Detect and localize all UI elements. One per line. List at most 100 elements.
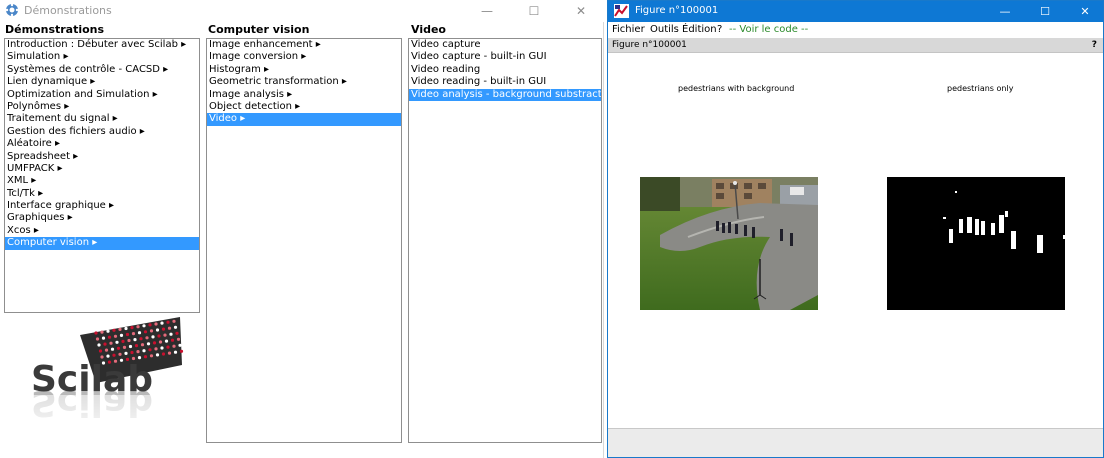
logo-dot bbox=[169, 332, 173, 336]
axes-title-with-background: pedestrians with background bbox=[678, 84, 795, 93]
logo-dot bbox=[152, 341, 157, 345]
logo-dot bbox=[158, 340, 163, 344]
logo-dot bbox=[140, 343, 145, 347]
computer-vision-list[interactable]: Image enhancement ▸ Image conversion ▸ His… bbox=[206, 38, 402, 443]
logo-dot bbox=[113, 334, 118, 338]
list-item[interactable]: Gestion des fichiers audio ▸ bbox=[5, 126, 199, 138]
list-item[interactable]: Object detection ▸ bbox=[207, 101, 401, 113]
logo-dot bbox=[151, 335, 155, 339]
list-item[interactable]: XML ▸ bbox=[5, 175, 199, 187]
logo-dot bbox=[118, 352, 122, 356]
list-item[interactable]: Video analysis - background substraction bbox=[409, 88, 601, 101]
list-item[interactable]: Introduction : Débuter avec Scilab ▸ bbox=[5, 39, 199, 51]
list-item[interactable]: Histogram ▸ bbox=[207, 64, 401, 76]
logo-dot bbox=[130, 350, 134, 355]
list-item[interactable]: Video reading - built-in GUI bbox=[409, 76, 601, 88]
list-item[interactable]: Video capture - built-in GUI bbox=[409, 51, 601, 63]
logo-dot bbox=[167, 326, 172, 330]
demonstrations-list[interactable]: Introduction : Débuter avec Scilab ▸ Simu… bbox=[4, 38, 200, 313]
logo-dot bbox=[98, 349, 103, 353]
list-item[interactable]: Aléatoire ▸ bbox=[5, 138, 199, 150]
logo-dot bbox=[154, 322, 158, 326]
logo-dot bbox=[119, 333, 124, 337]
list-item[interactable]: Traitement du signal ▸ bbox=[5, 113, 199, 125]
list-item[interactable]: Video reading bbox=[409, 64, 601, 76]
figure-maximize-button[interactable]: ☐ bbox=[1025, 1, 1065, 22]
logo-dot bbox=[173, 325, 178, 329]
scilab-logo: Scilab Scilab bbox=[4, 315, 200, 443]
figure-titlebar[interactable]: Figure n°100001 — ☐ ✕ bbox=[608, 1, 1103, 22]
figure-canvas[interactable]: pedestrians with background pedestrians … bbox=[608, 54, 1103, 426]
demo-window-title: Démonstrations bbox=[24, 4, 112, 17]
logo-dot bbox=[116, 346, 121, 350]
list-item[interactable]: Systèmes de contrôle - CACSD ▸ bbox=[5, 64, 199, 76]
demo-maximize-button[interactable]: ☐ bbox=[511, 0, 557, 22]
menu-fichier[interactable]: Fichier bbox=[612, 24, 645, 35]
logo-dot bbox=[143, 330, 148, 334]
logo-dot bbox=[160, 321, 164, 325]
logo-dot bbox=[94, 331, 98, 335]
list-item[interactable]: Tcl/Tk ▸ bbox=[5, 188, 199, 200]
video-frame-image bbox=[640, 177, 818, 310]
help-icon[interactable]: ? bbox=[1092, 40, 1097, 50]
logo-dot bbox=[106, 354, 110, 358]
list-item[interactable]: Lien dynamique ▸ bbox=[5, 76, 199, 88]
logo-dot bbox=[134, 344, 139, 348]
list-item[interactable]: Image conversion ▸ bbox=[207, 51, 401, 63]
logo-dot bbox=[154, 347, 158, 351]
logo-dot bbox=[166, 320, 170, 324]
list-item[interactable]: Image analysis ▸ bbox=[207, 89, 401, 101]
logo-dot bbox=[130, 326, 134, 330]
list-item[interactable]: Video ▸ bbox=[207, 113, 401, 126]
list-item[interactable]: Optimization and Simulation ▸ bbox=[5, 89, 199, 101]
column-header-computer-vision: Computer vision bbox=[208, 23, 310, 36]
list-item[interactable]: Polynômes ▸ bbox=[5, 101, 199, 113]
list-item[interactable]: Simulation ▸ bbox=[5, 51, 199, 63]
scilab-app-icon bbox=[5, 3, 19, 17]
figure-close-button[interactable]: ✕ bbox=[1065, 1, 1104, 22]
figure-minimize-button[interactable]: — bbox=[985, 1, 1025, 22]
list-item[interactable]: Graphiques ▸ bbox=[5, 212, 199, 224]
logo-dot bbox=[160, 346, 164, 350]
logo-dot bbox=[155, 353, 160, 357]
logo-dot bbox=[163, 333, 167, 337]
list-item[interactable]: Video capture bbox=[409, 39, 601, 51]
list-item[interactable]: Interface graphique ▸ bbox=[5, 200, 199, 212]
axes-title-pedestrians-only: pedestrians only bbox=[947, 84, 1014, 93]
menu-voir-le-code[interactable]: -- Voir le code -- bbox=[729, 24, 808, 35]
logo-dot bbox=[112, 353, 116, 357]
demo-titlebar[interactable]: Démonstrations — ☐ ✕ bbox=[0, 0, 604, 22]
list-item[interactable]: Spreadsheet ▸ bbox=[5, 151, 199, 163]
list-item[interactable]: Computer vision ▸ bbox=[5, 237, 199, 250]
logo-dot bbox=[124, 351, 128, 355]
logo-dot bbox=[109, 341, 113, 345]
video-list[interactable]: Video capture Video capture - built-in GU… bbox=[408, 38, 602, 443]
figure-menubar: Fichier Outils Édition ? -- Voir le code… bbox=[608, 22, 1103, 38]
logo-dot bbox=[161, 352, 166, 356]
maximize-icon: ☐ bbox=[528, 4, 540, 18]
column-header-video: Video bbox=[411, 23, 446, 36]
figure-window: Figure n°100001 — ☐ ✕ Fichier Outils Édi… bbox=[607, 0, 1104, 458]
list-item[interactable]: Xcos ▸ bbox=[5, 225, 199, 237]
logo-dot bbox=[176, 337, 181, 341]
menu-edition[interactable]: Édition bbox=[682, 24, 717, 35]
demo-minimize-button[interactable]: — bbox=[464, 0, 510, 22]
logo-dot bbox=[131, 332, 136, 336]
figure-statusbar bbox=[608, 428, 1103, 457]
logo-dot bbox=[110, 347, 115, 351]
menu-help[interactable]: ? bbox=[717, 24, 722, 35]
demo-close-button[interactable]: ✕ bbox=[558, 0, 604, 22]
logo-dot bbox=[157, 334, 161, 338]
list-item[interactable]: Geometric transformation ▸ bbox=[207, 76, 401, 88]
menu-outils[interactable]: Outils bbox=[650, 24, 679, 35]
logo-dot bbox=[149, 329, 154, 333]
list-item[interactable]: Image enhancement ▸ bbox=[207, 39, 401, 51]
logo-dot bbox=[107, 335, 112, 339]
logo-dot bbox=[101, 336, 106, 340]
logo-dot bbox=[167, 351, 172, 355]
logo-dot bbox=[164, 339, 169, 343]
logo-dot bbox=[125, 332, 130, 337]
logo-dot bbox=[121, 339, 125, 343]
list-item[interactable]: UMFPACK ▸ bbox=[5, 163, 199, 175]
foreground-mask-image bbox=[887, 177, 1065, 310]
